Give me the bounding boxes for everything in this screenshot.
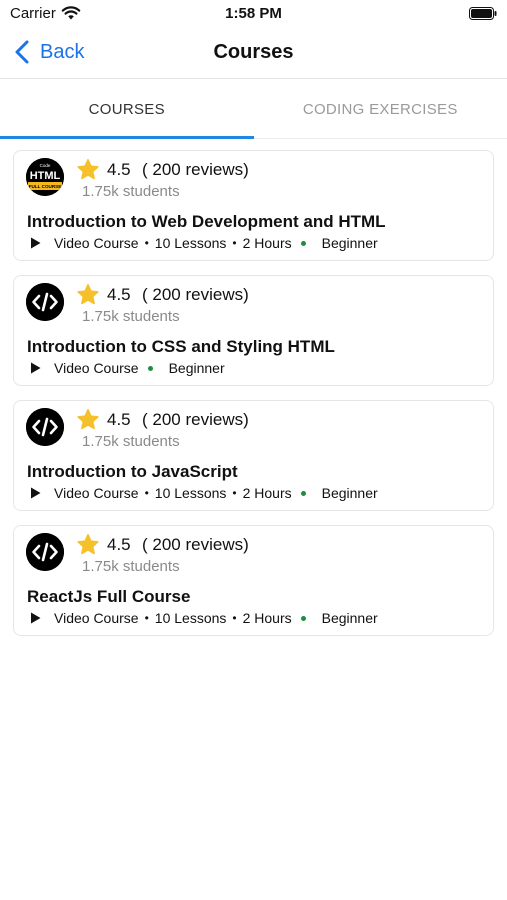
battery-icon <box>469 7 497 20</box>
star-icon <box>77 284 99 305</box>
course-type: Video Course <box>54 235 139 251</box>
course-duration: 2 Hours <box>242 610 292 626</box>
course-meta: Video Course Beginner <box>30 360 225 376</box>
review-count: ( 200 reviews) <box>142 535 249 554</box>
course-type: Video Course <box>54 610 139 626</box>
student-count: 1.75k students <box>82 433 180 450</box>
course-title: Introduction to Web Development and HTML <box>27 212 386 231</box>
level-dot <box>147 365 153 371</box>
separator-dot: • <box>232 486 237 500</box>
star-icon <box>77 409 99 430</box>
level-dot <box>300 615 306 621</box>
play-icon <box>31 487 41 499</box>
course-title: Introduction to CSS and Styling HTML <box>27 337 335 356</box>
lesson-count: 10 Lessons <box>154 610 227 626</box>
course-duration: 2 Hours <box>242 485 292 501</box>
course-meta: Video Course • 10 Lessons • 2 Hours Begi… <box>30 485 378 501</box>
course-type: Video Course <box>54 485 139 501</box>
course-card[interactable]: Code HTML FULL COURSE 4.5 ( 200 reviews)… <box>13 150 494 261</box>
html-course-logo: Code HTML FULL COURSE <box>26 158 64 196</box>
separator-dot: • <box>232 611 237 625</box>
navigation-bar: Back Courses <box>0 30 507 79</box>
lesson-count: 10 Lessons <box>154 235 227 251</box>
separator-dot: • <box>144 486 149 500</box>
course-card[interactable]: 4.5 ( 200 reviews) 1.75k students ReactJ… <box>13 525 494 636</box>
status-bar: Carrier 1:58 PM <box>0 0 507 28</box>
separator-dot: • <box>144 236 149 250</box>
status-time: 1:58 PM <box>225 5 282 22</box>
student-count: 1.75k students <box>82 308 180 325</box>
course-title: Introduction to JavaScript <box>27 462 238 481</box>
logo-top-text: Code <box>40 163 51 168</box>
course-list: Code HTML FULL COURSE 4.5 ( 200 reviews)… <box>13 150 494 650</box>
course-meta: Video Course • 10 Lessons • 2 Hours Begi… <box>30 235 378 251</box>
course-duration: 2 Hours <box>242 235 292 251</box>
review-count: ( 200 reviews) <box>142 285 249 304</box>
code-logo-icon <box>26 533 64 571</box>
logo-sub-text: FULL COURSE <box>29 184 62 189</box>
star-icon <box>77 534 99 555</box>
course-level: Beginner <box>321 235 378 251</box>
page-title: Courses <box>213 41 294 63</box>
rating-value: 4.5 <box>107 535 131 554</box>
tab-coding-exercises[interactable]: CODING EXERCISES <box>254 80 507 138</box>
review-count: ( 200 reviews) <box>142 160 249 179</box>
play-icon <box>31 612 41 624</box>
lesson-count: 10 Lessons <box>154 485 227 501</box>
rating-value: 4.5 <box>107 160 131 179</box>
level-dot <box>300 240 306 246</box>
star-icon <box>77 159 99 180</box>
play-icon <box>31 237 41 249</box>
course-title: ReactJs Full Course <box>27 587 191 606</box>
rating-value: 4.5 <box>107 410 131 429</box>
student-count: 1.75k students <box>82 183 180 200</box>
code-logo-icon <box>26 408 64 446</box>
tab-courses[interactable]: COURSES <box>0 80 254 139</box>
student-count: 1.75k students <box>82 558 180 575</box>
course-type: Video Course <box>54 360 139 376</box>
level-dot <box>300 490 306 496</box>
separator-dot: • <box>144 611 149 625</box>
logo-html-text: HTML <box>30 170 61 182</box>
rating-value: 4.5 <box>107 285 131 304</box>
course-meta: Video Course • 10 Lessons • 2 Hours Begi… <box>30 610 378 626</box>
course-card[interactable]: 4.5 ( 200 reviews) 1.75k students Introd… <box>13 400 494 511</box>
course-level: Beginner <box>321 610 378 626</box>
course-level: Beginner <box>168 360 225 376</box>
review-count: ( 200 reviews) <box>142 410 249 429</box>
tab-bar: COURSES CODING EXERCISES <box>0 80 507 139</box>
separator-dot: • <box>232 236 237 250</box>
code-logo-icon <box>26 283 64 321</box>
course-level: Beginner <box>321 485 378 501</box>
play-icon <box>31 362 41 374</box>
course-card[interactable]: 4.5 ( 200 reviews) 1.75k students Introd… <box>13 275 494 386</box>
